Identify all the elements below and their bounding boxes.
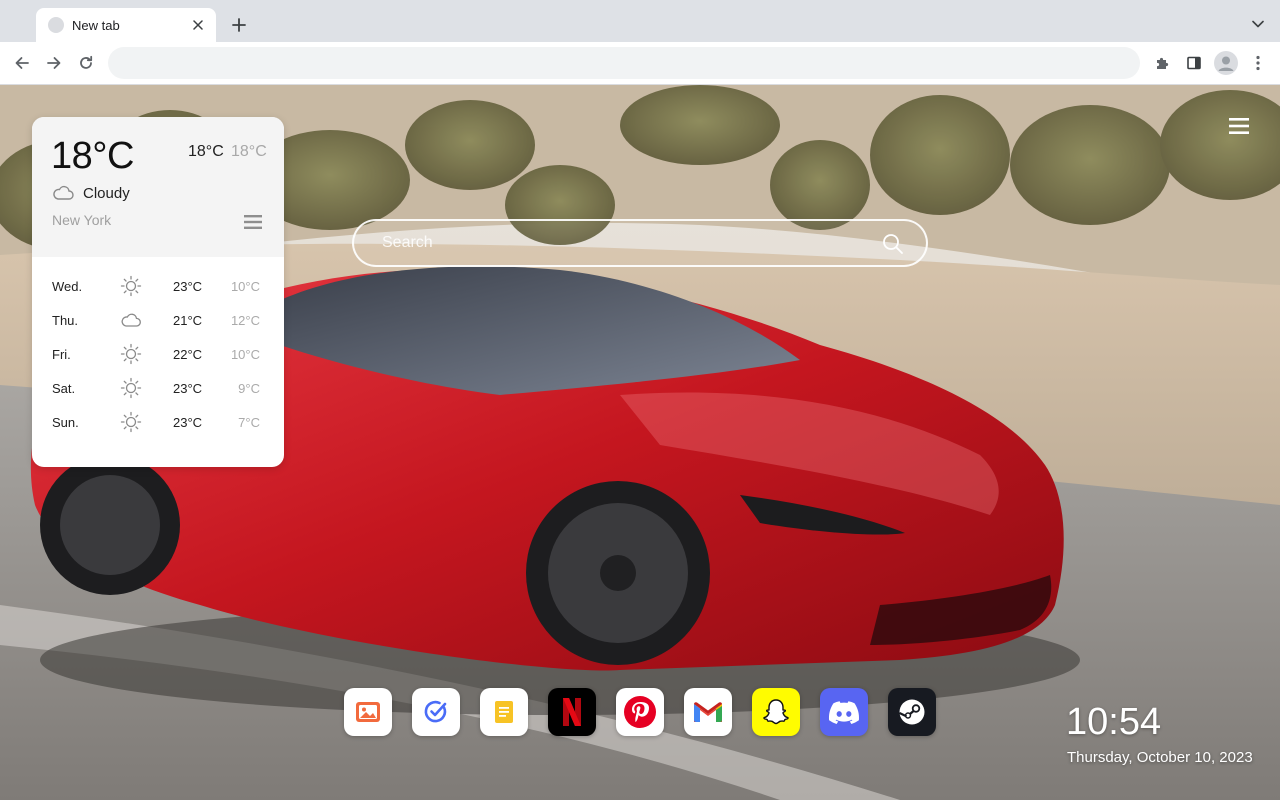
tab-new-tab[interactable]: New tab [36, 8, 216, 42]
forecast-day: Sat. [52, 381, 76, 396]
forecast-low: 9°C [238, 381, 260, 396]
forecast-day: Wed. [52, 279, 83, 294]
shortcut-steam[interactable] [888, 688, 936, 736]
new-tab-plus-icon[interactable] [228, 14, 250, 36]
snapchat-icon [763, 699, 789, 725]
page-menu-icon[interactable] [1229, 117, 1249, 135]
back-arrow-icon[interactable] [11, 52, 33, 74]
check-circle-icon [424, 700, 447, 723]
forecast-high: 23°C [173, 279, 203, 294]
forecast-day: Thu. [52, 313, 79, 328]
side-panel-icon[interactable] [1183, 52, 1205, 74]
current-temperature: 18°C [51, 135, 134, 177]
forecast-low: 12°C [230, 313, 260, 328]
shortcut-tasks[interactable] [412, 688, 460, 736]
forecast-day: Sun. [52, 415, 79, 430]
shortcut-pinterest[interactable] [616, 688, 664, 736]
today-low: 18°C [231, 143, 267, 160]
shortcut-notes[interactable] [480, 688, 528, 736]
netflix-icon [563, 698, 581, 726]
sun-icon [120, 377, 142, 399]
reload-icon[interactable] [75, 52, 97, 74]
search-icon[interactable] [882, 233, 904, 255]
clock-date: Thursday, October 10, 2023 [1067, 749, 1253, 766]
forecast-low: 10°C [230, 347, 260, 362]
tab-title: New tab [72, 17, 120, 33]
extensions-puzzle-icon[interactable] [1151, 52, 1173, 74]
address-bar-input[interactable] [108, 47, 1140, 79]
forecast-row: Sun. 23°C 7°C [32, 405, 284, 439]
forecast-low: 7°C [238, 415, 260, 430]
note-icon [495, 701, 513, 723]
weather-city: New York [52, 212, 112, 228]
weather-menu-icon[interactable] [244, 214, 262, 230]
forecast-high: 22°C [173, 347, 203, 362]
gmail-icon [694, 702, 722, 722]
cloud-icon [53, 185, 74, 200]
kebab-menu-icon[interactable] [1247, 52, 1269, 74]
shortcut-discord[interactable] [820, 688, 868, 736]
weather-forecast-list: Wed. 23°C 10°C Thu. 21°C 12°C Fri. 22°C … [32, 269, 284, 439]
forecast-row: Fri. 22°C 10°C [32, 337, 284, 371]
weather-condition: Cloudy [83, 185, 130, 202]
search-input[interactable] [382, 229, 862, 257]
profile-avatar-icon[interactable] [1214, 51, 1238, 75]
forecast-low: 10°C [230, 279, 260, 294]
tab-favicon-icon [48, 17, 64, 33]
tab-search-chevron-down-icon[interactable] [1250, 16, 1266, 32]
tab-strip: New tab [0, 0, 1280, 42]
browser-toolbar [0, 42, 1280, 85]
sun-icon [120, 411, 142, 433]
forecast-day: Fri. [52, 347, 71, 362]
forecast-row: Thu. 21°C 12°C [32, 303, 284, 337]
shortcut-photos[interactable] [344, 688, 392, 736]
shortcut-snapchat[interactable] [752, 688, 800, 736]
shortcut-netflix[interactable] [548, 688, 596, 736]
close-tab-icon[interactable] [190, 17, 206, 33]
weather-widget[interactable]: 18°C 18°C 18°C Cloudy New York Wed. 23°C… [32, 117, 284, 467]
search-box [352, 219, 928, 267]
steam-icon [899, 699, 925, 725]
sun-icon [120, 343, 142, 365]
cloud-icon [121, 313, 141, 327]
weather-current: 18°C 18°C 18°C Cloudy New York [32, 117, 284, 257]
forecast-high: 23°C [173, 381, 203, 396]
discord-icon [828, 701, 860, 724]
shortcut-gmail[interactable] [684, 688, 732, 736]
sun-icon [120, 275, 142, 297]
new-tab-page: 18°C 18°C 18°C Cloudy New York Wed. 23°C… [0, 85, 1280, 800]
forecast-row: Sat. 23°C 9°C [32, 371, 284, 405]
forecast-high: 23°C [173, 415, 203, 430]
forward-arrow-icon[interactable] [43, 52, 65, 74]
forecast-row: Wed. 23°C 10°C [32, 269, 284, 303]
clock-time: 10:54 [1066, 701, 1162, 743]
forecast-high: 21°C [173, 313, 203, 328]
pinterest-icon [624, 696, 656, 728]
image-icon [356, 702, 380, 722]
today-high: 18°C [188, 143, 224, 160]
